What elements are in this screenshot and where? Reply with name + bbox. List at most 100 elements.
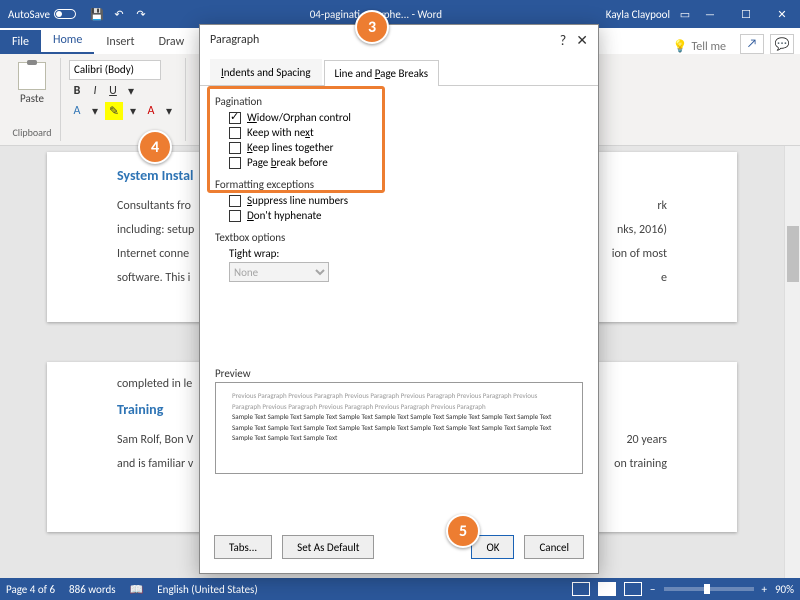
body-text: and is familiar v: [117, 452, 193, 476]
body-text: ion of most: [612, 242, 667, 266]
zoom-out-button[interactable]: −: [650, 583, 655, 596]
chevron-down-icon[interactable]: ▾: [123, 82, 139, 100]
font-name-selector[interactable]: Calibri (Body): [69, 60, 161, 80]
checkbox-checked-icon[interactable]: [229, 112, 241, 124]
word-count[interactable]: 886 words: [69, 583, 116, 596]
chevron-down-icon[interactable]: ▾: [87, 102, 103, 120]
clipboard-icon: [18, 62, 46, 90]
clipboard-group: Paste Clipboard: [4, 58, 61, 141]
tab-file[interactable]: File: [0, 30, 41, 54]
tab-home[interactable]: Home: [41, 28, 94, 54]
autosave-label: AutoSave: [8, 8, 50, 21]
set-default-button[interactable]: Set As Default: [282, 535, 374, 559]
tell-me-search[interactable]: 💡 Tell me: [665, 39, 734, 54]
clipboard-group-label: Clipboard: [12, 126, 52, 139]
user-name[interactable]: Kayla Claypool: [598, 8, 678, 21]
callout-4: 4: [138, 130, 172, 164]
underline-button[interactable]: U: [105, 82, 121, 100]
zoom-slider[interactable]: [664, 587, 754, 591]
widow-orphan-option[interactable]: Widow/Orphan control: [215, 110, 583, 125]
print-layout-button[interactable]: [598, 582, 616, 596]
group-title: Preview: [215, 367, 583, 380]
formatting-exceptions-group: Formatting exceptions Suppress line numb…: [214, 177, 584, 224]
lightbulb-icon: 💡: [673, 39, 688, 54]
share-button[interactable]: ↗: [740, 34, 764, 54]
checkbox-icon[interactable]: [229, 210, 241, 222]
autosave-toggle[interactable]: AutoSave: [0, 8, 84, 21]
language-indicator[interactable]: English (United States): [157, 583, 257, 596]
tight-wrap-label: Tight wrap:: [229, 247, 279, 260]
tabs-button[interactable]: Tabs...: [214, 535, 272, 559]
suppress-line-numbers-option[interactable]: Suppress line numbers: [215, 193, 583, 208]
bold-button[interactable]: B: [69, 82, 85, 100]
page-break-before-option[interactable]: Page break before: [215, 155, 583, 170]
dont-hyphenate-option[interactable]: Don't hyphenate: [215, 208, 583, 223]
spellcheck-icon[interactable]: 📖: [130, 583, 144, 596]
chevron-down-icon[interactable]: ▾: [125, 102, 141, 120]
tab-draw[interactable]: Draw: [147, 30, 197, 54]
tab-indents-spacing[interactable]: Indents and Spacing: [210, 59, 322, 85]
undo-icon[interactable]: ↶: [112, 7, 126, 21]
close-button[interactable]: ✕: [764, 0, 800, 28]
zoom-level[interactable]: 90%: [775, 583, 794, 596]
text-effects-button[interactable]: A: [69, 102, 85, 120]
vertical-scrollbar[interactable]: [784, 146, 800, 578]
share-controls: ↗ 💬: [734, 34, 800, 54]
save-icon[interactable]: 💾: [90, 7, 104, 21]
group-title: Formatting exceptions: [215, 178, 583, 191]
paste-button[interactable]: Paste: [12, 60, 52, 105]
zoom-slider-thumb[interactable]: [704, 584, 710, 594]
preview-sample-line: Sample Text Sample Text Sample Text Samp…: [232, 412, 566, 444]
cancel-button[interactable]: Cancel: [524, 535, 584, 559]
keep-lines-together-option[interactable]: Keep lines together: [215, 140, 583, 155]
scrollbar-thumb[interactable]: [787, 226, 799, 282]
body-text: including: setup: [117, 218, 194, 242]
body-text: nks, 2016): [617, 218, 667, 242]
tab-line-page-breaks[interactable]: Line and Page Breaks: [324, 60, 440, 86]
chevron-down-icon[interactable]: ▾: [161, 102, 177, 120]
tell-me-label: Tell me: [691, 40, 726, 54]
dialog-footer: Tabs... Set As Default OK Cancel: [200, 525, 598, 573]
zoom-in-button[interactable]: +: [762, 583, 767, 596]
dialog-body: Pagination Widow/Orphan control Keep wit…: [200, 86, 598, 525]
body-text: Internet conne: [117, 242, 189, 266]
keep-with-next-option[interactable]: Keep with next: [215, 125, 583, 140]
close-icon[interactable]: ✕: [576, 32, 588, 49]
web-layout-button[interactable]: [624, 582, 642, 596]
page-indicator[interactable]: Page 4 of 6: [6, 583, 55, 596]
callout-3: 3: [355, 10, 389, 44]
redo-icon[interactable]: ↷: [134, 7, 148, 21]
pagination-group: Pagination Widow/Orphan control Keep wit…: [214, 94, 584, 171]
preview-previous-line: Previous Paragraph Previous Paragraph Pr…: [232, 391, 566, 412]
dialog-tabs: Indents and Spacing Line and Page Breaks: [200, 59, 598, 86]
tab-label: ndents and Spacing: [224, 66, 311, 79]
ribbon-options-icon[interactable]: ▭: [678, 7, 692, 21]
checkbox-icon[interactable]: [229, 157, 241, 169]
preview-box: Previous Paragraph Previous Paragraph Pr…: [215, 382, 583, 474]
paragraph-dialog: Paragraph ? ✕ Indents and Spacing Line a…: [199, 24, 599, 574]
maximize-button[interactable]: ☐: [728, 0, 764, 28]
dialog-titlebar: Paragraph ? ✕: [200, 25, 598, 55]
toggle-off-icon: [54, 9, 76, 19]
font-color-button[interactable]: A: [143, 102, 159, 120]
help-button[interactable]: ?: [560, 32, 567, 49]
body-text: Consultants fro: [117, 194, 191, 218]
comments-button[interactable]: 💬: [770, 34, 794, 54]
checkbox-icon[interactable]: [229, 127, 241, 139]
italic-button[interactable]: I: [87, 82, 103, 100]
checkbox-icon[interactable]: [229, 142, 241, 154]
highlight-button[interactable]: ✎: [105, 102, 123, 120]
tab-insert[interactable]: Insert: [94, 30, 146, 54]
read-mode-button[interactable]: [572, 582, 590, 596]
checkbox-icon[interactable]: [229, 195, 241, 207]
body-text: Sam Rolf, Bon V: [117, 428, 193, 452]
body-text: software. This i: [117, 266, 190, 290]
body-text: rk: [657, 194, 667, 218]
group-title: Pagination: [215, 95, 583, 108]
quick-access-toolbar: 💾 ↶ ↷: [84, 7, 154, 21]
group-title: Textbox options: [215, 231, 583, 244]
minimize-button[interactable]: —: [692, 0, 728, 28]
textbox-options-group: Textbox options Tight wrap: None: [214, 230, 584, 284]
tight-wrap-select[interactable]: None: [229, 262, 329, 282]
paste-label: Paste: [12, 92, 52, 105]
